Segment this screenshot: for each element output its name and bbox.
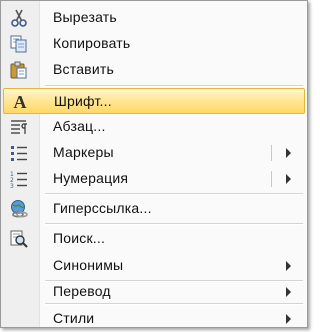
menu-item-label: Нумерация (53, 170, 129, 186)
menu-separator (45, 303, 303, 305)
submenu-arrow-icon[interactable] (286, 148, 291, 158)
menu-item-font[interactable]: A Шрифт... (3, 88, 305, 114)
svg-text:3: 3 (10, 183, 14, 189)
menu-item-label: Гиперссылка... (53, 200, 152, 216)
menu-separator (45, 85, 303, 87)
scissors-icon (9, 8, 29, 28)
menu-item-label: Абзац... (53, 118, 106, 134)
menu-separator (45, 223, 303, 225)
menu-item-label: Перевод (53, 283, 111, 299)
menu-separator (45, 193, 303, 195)
menu-item-numbering[interactable]: 1 2 3 Нумерация (3, 166, 305, 192)
menu-item-copy[interactable]: Копировать (3, 31, 305, 57)
menu-item-label: Стили (53, 310, 95, 326)
submenu-arrow-icon (286, 261, 291, 271)
menu-item-label: Шрифт... (54, 93, 112, 109)
split-divider (271, 145, 272, 161)
menu-item-styles[interactable]: Стили (3, 306, 305, 332)
bullets-icon (9, 143, 29, 163)
menu-item-label: Маркеры (53, 144, 114, 160)
split-divider (271, 171, 272, 187)
submenu-arrow-icon[interactable] (286, 174, 291, 184)
menu-item-paragraph[interactable]: Абзац... (3, 114, 305, 140)
menu-item-label: Вырезать (53, 9, 117, 25)
context-menu: Вырезать Копировать Вставить A Шрифт... … (0, 0, 308, 328)
menu-item-translate[interactable]: Перевод (3, 279, 305, 305)
menu-item-label: Синонимы (53, 257, 124, 273)
paste-icon (9, 60, 29, 80)
menu-item-bullets[interactable]: Маркеры (3, 140, 305, 166)
hyperlink-icon (9, 199, 29, 219)
search-icon (9, 229, 29, 249)
menu-item-synonyms[interactable]: Синонимы (3, 253, 305, 279)
submenu-arrow-icon (286, 314, 291, 324)
menu-item-cut[interactable]: Вырезать (3, 5, 305, 31)
paragraph-icon (9, 117, 29, 137)
font-icon: A (13, 91, 27, 112)
menu-item-label: Поиск... (53, 230, 106, 246)
copy-icon (9, 34, 29, 54)
menu-item-hyperlink[interactable]: Гиперссылка... (3, 196, 305, 222)
menu-item-paste[interactable]: Вставить (3, 57, 305, 83)
menu-item-label: Вставить (53, 61, 114, 77)
menu-item-search[interactable]: Поиск... (3, 226, 305, 252)
numbering-icon: 1 2 3 (9, 169, 29, 189)
menu-item-label: Копировать (53, 35, 131, 51)
submenu-arrow-icon (286, 287, 291, 297)
